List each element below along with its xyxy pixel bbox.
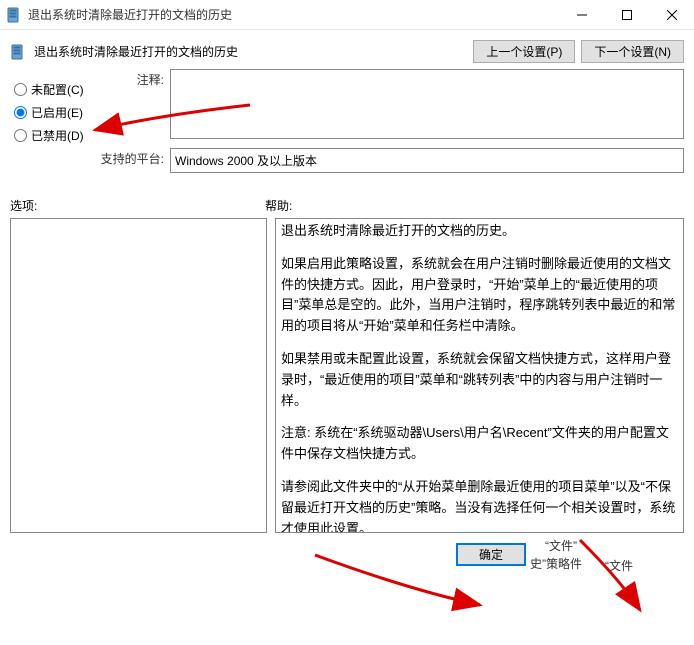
policy-icon — [6, 7, 22, 23]
help-text: 注意: 系统在“系统驱动器\Users\用户名\Recent”文件夹的用户配置文… — [281, 423, 678, 465]
prev-setting-button[interactable]: 上一个设置(P) — [473, 40, 575, 63]
stray-text: 史”策略件 — [530, 555, 582, 572]
window-title: 退出系统时清除最近打开的文档的历史 — [28, 6, 559, 23]
radio-enabled[interactable] — [14, 106, 27, 119]
help-text: 请参阅此文件夹中的“从开始菜单删除最近使用的项目菜单”以及“不保留最近打开文档的… — [281, 477, 678, 533]
comment-label: 注释: — [130, 69, 170, 88]
options-label: 选项: — [10, 197, 265, 214]
radio-enabled-label[interactable]: 已启用(E) — [31, 104, 83, 121]
radio-not-configured-label[interactable]: 未配置(C) — [31, 81, 84, 98]
header-row: 退出系统时清除最近打开的文档的历史 上一个设置(P) 下一个设置(N) — [0, 30, 694, 69]
stray-text: “文件” — [545, 537, 577, 554]
help-text: 退出系统时清除最近打开的文档的历史。 — [281, 221, 678, 242]
comment-textarea[interactable] — [170, 69, 684, 139]
titlebar: 退出系统时清除最近打开的文档的历史 — [0, 0, 694, 30]
state-radio-group: 未配置(C) 已启用(E) 已禁用(D) — [0, 69, 120, 154]
close-button[interactable] — [649, 0, 694, 29]
header-title: 退出系统时清除最近打开的文档的历史 — [34, 43, 467, 60]
stray-text: “文件 — [605, 557, 633, 574]
maximize-button[interactable] — [604, 0, 649, 29]
next-setting-button[interactable]: 下一个设置(N) — [581, 40, 684, 63]
help-label: 帮助: — [265, 197, 684, 214]
help-text: 如果禁用或未配置此设置，系统就会保留文档快捷方式，这样用户登录时，“最近使用的项… — [281, 349, 678, 411]
footer: 确定 “文件” 史”策略件 “文件 — [0, 533, 694, 553]
radio-disabled-label[interactable]: 已禁用(D) — [31, 127, 84, 144]
radio-disabled[interactable] — [14, 129, 27, 142]
ok-button[interactable]: 确定 — [456, 543, 526, 566]
platform-label: 支持的平台: — [100, 148, 170, 167]
platform-value: Windows 2000 及以上版本 — [170, 148, 684, 173]
policy-icon — [10, 44, 26, 60]
options-panel[interactable] — [10, 218, 267, 533]
help-panel[interactable]: 退出系统时清除最近打开的文档的历史。 如果启用此策略设置，系统就会在用户注销时删… — [275, 218, 684, 533]
minimize-button[interactable] — [559, 0, 604, 29]
help-text: 如果启用此策略设置，系统就会在用户注销时删除最近使用的文档文件的快捷方式。因此，… — [281, 254, 678, 337]
radio-not-configured[interactable] — [14, 83, 27, 96]
